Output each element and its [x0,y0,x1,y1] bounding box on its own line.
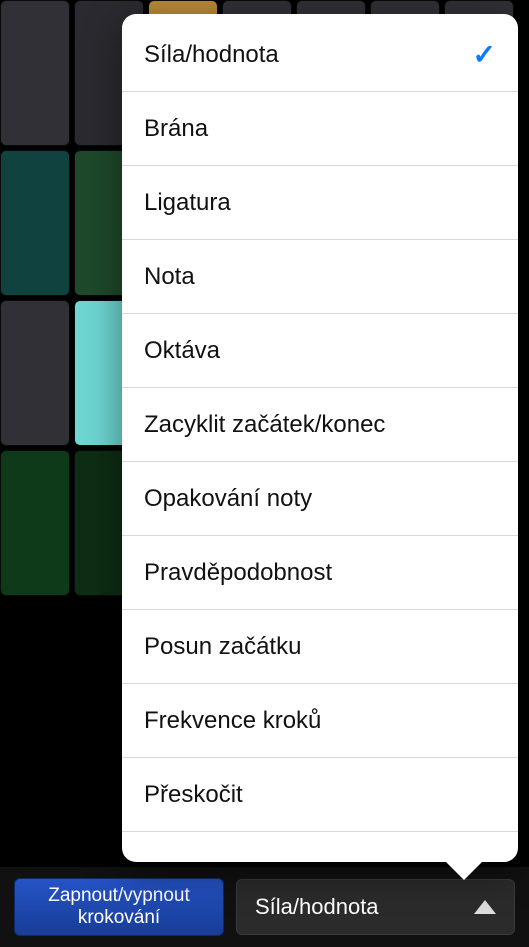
toggle-stepping-label: Zapnout/vypnout krokování [48,885,190,928]
menu-item-tie[interactable]: Ligatura [122,166,518,240]
toggle-stepping-button[interactable]: Zapnout/vypnout krokování [14,878,224,936]
menu-item-label: Nota [144,263,195,291]
menu-item-label: Přeskočit [144,781,243,809]
menu-item-label: Frekvence kroků [144,707,321,735]
menu-item-note[interactable]: Nota [122,240,518,314]
step-cell[interactable] [0,150,70,296]
menu-item-skip[interactable]: Přeskočit [122,758,518,832]
edit-mode-button[interactable]: Síla/hodnota [236,879,515,935]
menu-item-label: Pravděpodobnost [144,559,332,587]
menu-item-label: Oktáva [144,337,220,365]
step-cell[interactable] [0,0,70,146]
edit-mode-label: Síla/hodnota [255,894,379,920]
menu-item-label: Brána [144,115,208,143]
edit-mode-popover: Síla/hodnota ✓ Brána Ligatura Nota Oktáv… [122,14,518,862]
menu-item-velocity-value[interactable]: Síla/hodnota ✓ [122,18,518,92]
menu-item-gate[interactable]: Brána [122,92,518,166]
menu-item-probability[interactable]: Pravděpodobnost [122,536,518,610]
triangle-up-icon [474,900,496,914]
menu-item-label: Ligatura [144,189,231,217]
menu-item-label: Zacyklit začátek/konec [144,411,385,439]
menu-spacer [122,832,518,862]
step-cell[interactable] [0,450,70,596]
menu-item-label: Síla/hodnota [144,41,279,69]
menu-item-label: Posun začátku [144,633,301,661]
checkmark-icon: ✓ [473,38,496,71]
menu-item-note-repeat[interactable]: Opakování noty [122,462,518,536]
menu-item-loop-start-end[interactable]: Zacyklit začátek/konec [122,388,518,462]
menu-item-start-offset[interactable]: Posun začátku [122,610,518,684]
edit-mode-menu: Síla/hodnota ✓ Brána Ligatura Nota Oktáv… [122,18,518,832]
step-cell[interactable] [0,300,70,446]
menu-item-step-rate[interactable]: Frekvence kroků [122,684,518,758]
menu-item-octave[interactable]: Oktáva [122,314,518,388]
menu-item-label: Opakování noty [144,485,312,513]
